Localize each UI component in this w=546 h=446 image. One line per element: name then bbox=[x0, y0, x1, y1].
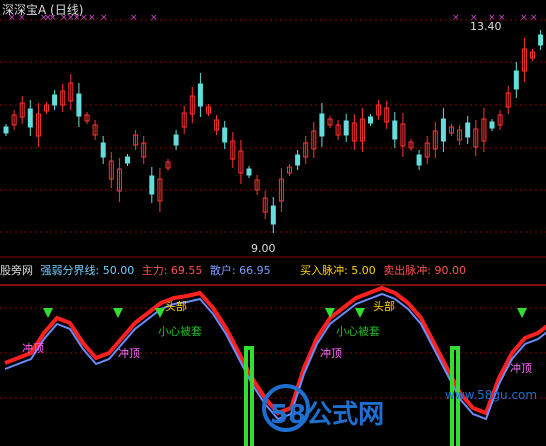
candle-body bbox=[392, 120, 398, 140]
candle-body bbox=[76, 93, 82, 117]
careful-label-1: 小心被套 bbox=[158, 325, 202, 338]
top-label-1: 冲顶 bbox=[22, 342, 44, 355]
signal-marker: × bbox=[452, 13, 460, 23]
candle-body bbox=[319, 113, 325, 137]
candle-body bbox=[416, 154, 422, 166]
buy-arrow bbox=[517, 308, 527, 318]
candle-body bbox=[100, 142, 106, 158]
candle-body bbox=[27, 108, 33, 128]
buy-arrow bbox=[113, 308, 123, 318]
candle-body bbox=[295, 154, 301, 166]
signal-marker: × bbox=[520, 13, 528, 23]
candle-body bbox=[173, 134, 179, 146]
signal-marker: × bbox=[88, 13, 96, 23]
candle-body bbox=[465, 122, 471, 138]
candle-body bbox=[149, 175, 155, 195]
high-price-label: 13.40 bbox=[470, 20, 502, 33]
candle-body bbox=[52, 94, 58, 106]
candle-body bbox=[246, 168, 252, 176]
watermark-url: www.58gu.com bbox=[445, 388, 538, 402]
signal-marker: × bbox=[150, 13, 158, 23]
head-label-1: 头部 bbox=[165, 300, 187, 313]
head-label-2: 头部 bbox=[373, 300, 395, 313]
top-label-3: 冲顶 bbox=[320, 347, 342, 360]
candle-body bbox=[197, 83, 203, 107]
candle-body bbox=[489, 121, 495, 129]
candle-body bbox=[3, 126, 9, 134]
buy-pulse-bar bbox=[244, 346, 254, 446]
signal-marker: × bbox=[130, 13, 138, 23]
top-label-2: 冲顶 bbox=[118, 347, 140, 360]
signal-marker: × bbox=[530, 13, 538, 23]
chart-title: 深深宝A (日线) bbox=[2, 3, 84, 17]
candle-body bbox=[222, 127, 228, 143]
candle-body bbox=[538, 34, 544, 46]
candle-body bbox=[368, 116, 373, 124]
buy-arrow bbox=[43, 308, 53, 318]
candle-body bbox=[440, 118, 446, 142]
low-price-label: 9.00 bbox=[251, 242, 276, 255]
watermark-brand: 58公式网 bbox=[270, 400, 385, 430]
top-label-4: 冲顶 bbox=[510, 362, 532, 375]
candle-body bbox=[513, 70, 519, 90]
candle-body bbox=[343, 120, 349, 136]
kline-svg[interactable]: × × ××× × ×× × × × × × × × × × × × bbox=[0, 0, 546, 258]
buy-arrow bbox=[355, 308, 365, 318]
signal-marker: × bbox=[100, 13, 108, 23]
candle-body bbox=[270, 205, 276, 225]
careful-label-2: 小心被套 bbox=[336, 325, 380, 338]
candle-body bbox=[125, 156, 130, 164]
kline-chart[interactable]: × × × × × × × × × × × × × × × × × × × bbox=[0, 0, 546, 258]
